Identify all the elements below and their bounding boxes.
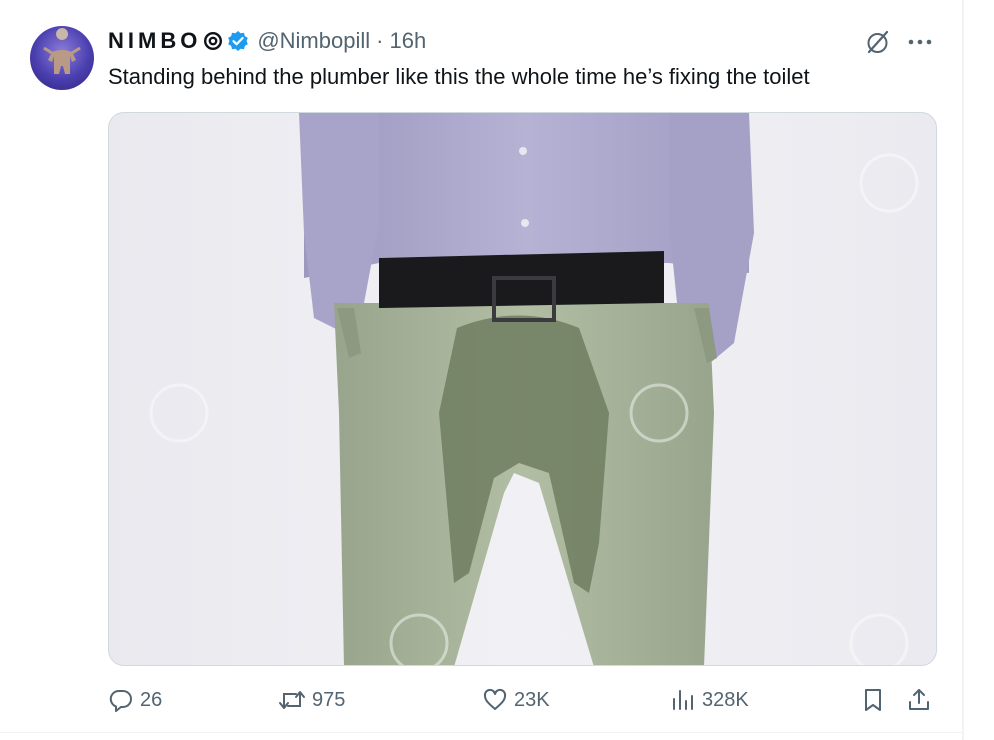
reply-icon (109, 689, 132, 712)
repost-icon (279, 691, 305, 709)
media-image (109, 113, 936, 665)
views-button[interactable]: 328K (670, 684, 749, 716)
like-button[interactable]: 23K (482, 684, 550, 716)
tweet-header: NIMBO @Nimbopill · 16h (108, 28, 426, 54)
bookmark-button[interactable] (860, 684, 886, 716)
share-icon (909, 689, 929, 710)
views-count: 328K (702, 688, 749, 711)
views-chart-icon (673, 690, 693, 710)
display-name[interactable]: NIMBO (108, 28, 201, 54)
repost-button[interactable]: 975 (278, 684, 345, 716)
like-count: 23K (514, 688, 550, 711)
timeline-divider (962, 0, 964, 740)
tweet-text: Standing behind the plumber like this th… (108, 64, 810, 89)
avatar[interactable] (30, 26, 94, 90)
repost-count: 975 (312, 688, 346, 711)
tweet-card[interactable]: NIMBO @Nimbopill · 16h Standing behind t… (0, 0, 962, 740)
reply-button[interactable]: 26 (108, 684, 162, 716)
timestamp[interactable]: 16h (389, 28, 426, 54)
verified-badge-icon[interactable] (227, 30, 249, 52)
heart-icon (483, 688, 507, 710)
bookmark-icon (865, 689, 881, 711)
share-button[interactable] (906, 684, 932, 716)
avatar-image (43, 28, 81, 74)
reply-count: 26 (140, 688, 163, 711)
tweet-divider (0, 732, 962, 733)
gear-badge-icon (203, 31, 223, 51)
tweet-media[interactable] (108, 112, 937, 666)
separator-dot: · (376, 28, 384, 53)
author-handle[interactable]: @Nimbopill (257, 28, 370, 54)
more-icon[interactable] (906, 30, 934, 59)
action-bar: 26 975 23K 328K (108, 684, 938, 716)
grok-icon[interactable] (865, 29, 891, 60)
